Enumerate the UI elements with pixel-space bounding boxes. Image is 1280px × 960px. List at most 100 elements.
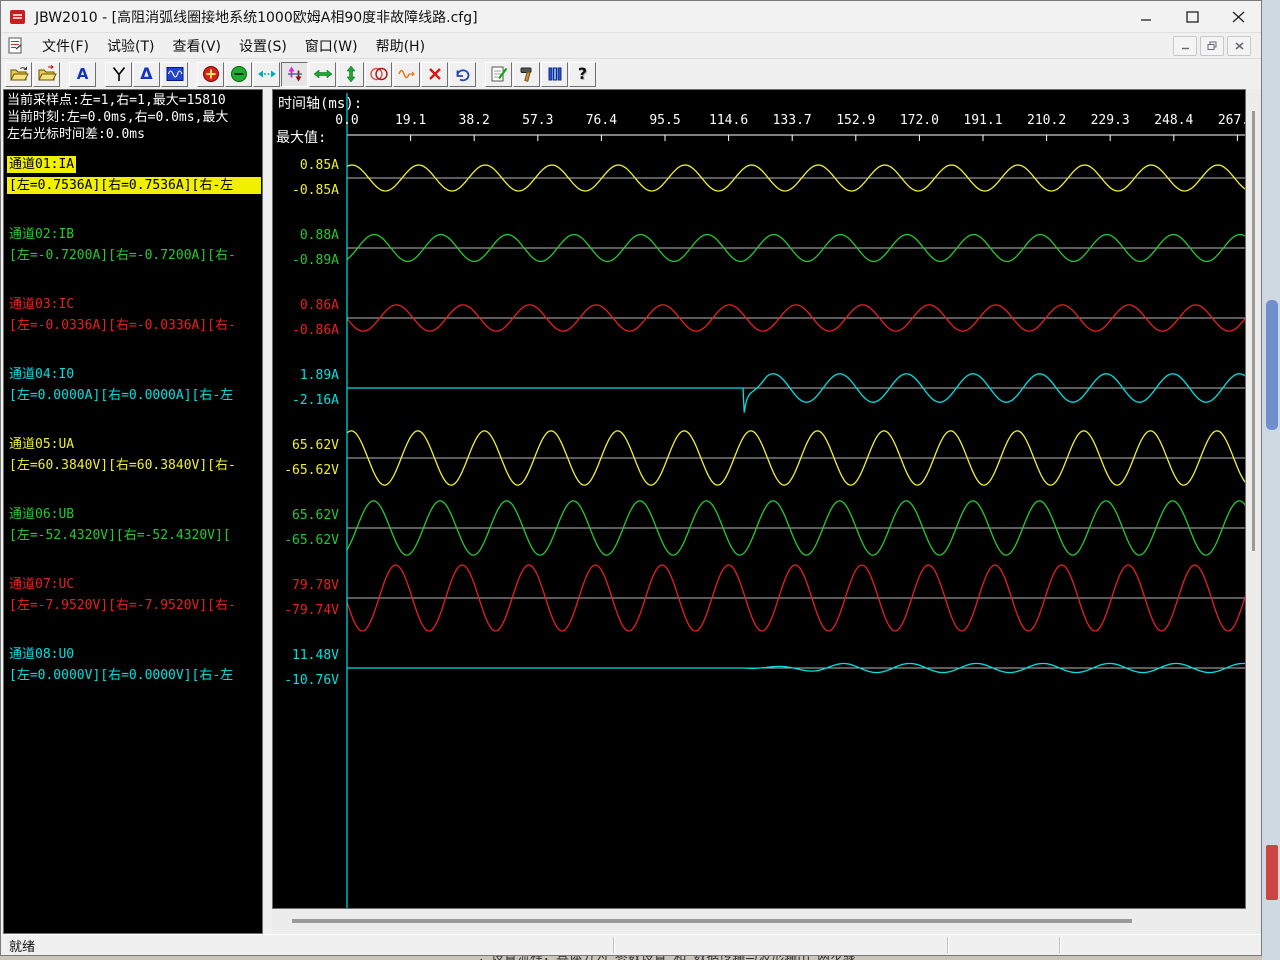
waveform-canvas[interactable]	[273, 90, 1246, 908]
channel-row-u0[interactable]: 通道08:U0[左=0.0000V][右=0.0000V][右-左	[7, 646, 261, 684]
channel-row-ic[interactable]: 通道03:IC[左=-0.0336A][右=-0.0336A][右-	[7, 296, 261, 334]
horizontal-scrollbar[interactable]	[272, 909, 1261, 934]
minimize-icon	[1140, 12, 1152, 22]
wye-icon	[109, 65, 129, 83]
panel-splitter[interactable]	[263, 89, 272, 934]
close-icon	[1232, 11, 1245, 23]
maximize-button[interactable]	[1169, 1, 1215, 32]
channel-label[interactable]: 通道02:IB	[7, 226, 76, 243]
overlay-waves-icon	[369, 65, 389, 83]
channel-min-label-u0: -10.76V	[273, 673, 339, 688]
cursor-info: 当前采样点:左=1,右=1,最大=15810当前时刻:左=0.0ms,右=0.0…	[4, 92, 260, 143]
channel-label[interactable]: 通道08:U0	[7, 646, 76, 663]
background-window-strip: ：设置流程，具体分为“参数设置”和“数据传输与波形输出”两步骤	[0, 956, 1262, 960]
channel-max-label-ub: 65.62V	[273, 508, 339, 523]
report-edit-button[interactable]	[485, 62, 512, 87]
channel-min-label-ic: -0.86A	[273, 323, 339, 338]
menu-window[interactable]: 窗口(W)	[296, 34, 367, 58]
menu-settings[interactable]: 设置(S)	[230, 34, 296, 58]
channel-max-label-i0: 1.89A	[273, 368, 339, 383]
tools-button[interactable]	[513, 62, 540, 87]
mdi-minimize-button[interactable]	[1173, 36, 1197, 56]
overlay-waves-button[interactable]	[365, 62, 392, 87]
channel-cursor-values: [左=0.7536A][右=0.7536A][右-左	[7, 177, 261, 194]
channel-cursor-values: [左=-0.7200A][右=-0.7200A][右-	[7, 247, 261, 264]
channel-label[interactable]: 通道04:I0	[7, 366, 76, 383]
compress-time-button[interactable]	[253, 62, 280, 87]
menu-help[interactable]: 帮助(H)	[367, 34, 434, 58]
data-list-button[interactable]	[541, 62, 568, 87]
channel-info-panel: 当前采样点:左=1,右=1,最大=15810当前时刻:左=0.0ms,右=0.0…	[3, 89, 263, 934]
channel-row-ub[interactable]: 通道06:UB[左=-52.4320V][右=-52.4320V][	[7, 506, 261, 544]
desktop-edge	[1262, 0, 1280, 960]
app-icon	[9, 9, 27, 25]
channel-row-uc[interactable]: 通道07:UC [左=-7.9520V][右=-7.9520V][右-	[7, 576, 261, 614]
circle-minus-icon	[229, 65, 249, 83]
max-value-label: 最大值:	[276, 127, 326, 147]
mdi-close-icon	[1235, 42, 1244, 50]
app-window: JBW2010 - [高阻消弧线圈接地系统1000欧姆A相90度非故障线路.cf…	[0, 0, 1262, 956]
delta-connection-button[interactable]: Δ	[133, 62, 160, 87]
mdi-minimize-icon	[1181, 42, 1190, 50]
menu-file[interactable]: 文件(F)	[33, 34, 98, 58]
close-button[interactable]	[1215, 1, 1261, 32]
time-tick-label: 57.3	[508, 113, 568, 128]
channel-row-ib[interactable]: 通道02:IB [左=-0.7200A][右=-0.7200A][右-	[7, 226, 261, 264]
channel-label[interactable]: 通道07:UC	[7, 576, 76, 593]
zoom-in-button[interactable]	[197, 62, 224, 87]
expand-vertical-icon	[341, 65, 361, 83]
channel-max-label-uc: 79.78V	[273, 578, 339, 593]
mdi-close-button[interactable]	[1227, 36, 1251, 56]
channel-cursor-values: [左=60.3840V][右=60.3840V][右-	[7, 457, 261, 474]
expand-vertical-button[interactable]	[337, 62, 364, 87]
waveform-view-button[interactable]	[161, 62, 188, 87]
channel-row-ia[interactable]: 通道01:IA [左=0.7536A][右=0.7536A][右-左	[7, 156, 261, 194]
vertical-scrollbar[interactable]	[1246, 89, 1261, 909]
vertical-scrollbar-thumb[interactable]	[1252, 111, 1255, 551]
phasor-analysis-button[interactable]: A	[69, 62, 96, 87]
bar-list-icon	[545, 65, 565, 83]
channel-label[interactable]: 通道05:UA	[7, 436, 76, 453]
channel-min-label-i0: -2.16A	[273, 393, 339, 408]
horizontal-scrollbar-thumb[interactable]	[292, 919, 1132, 923]
mdi-restore-icon	[1207, 41, 1217, 50]
channel-cursor-values: [左=-7.9520V][右=-7.9520V][右-	[7, 597, 261, 614]
time-tick-label: 76.4	[571, 113, 631, 128]
channel-max-label-ic: 0.86A	[273, 298, 339, 313]
expand-horizontal-button[interactable]	[309, 62, 336, 87]
help-button[interactable]: ?	[569, 62, 596, 87]
maximize-icon	[1186, 11, 1199, 23]
menu-test[interactable]: 试验(T)	[98, 34, 163, 58]
time-tick-label: 191.1	[953, 113, 1013, 128]
plot-area: 时间轴(ms): 最大值: 0.019.138.257.376.495.5114…	[272, 89, 1246, 909]
status-separator	[613, 937, 615, 953]
window-controls	[1123, 1, 1261, 32]
delete-button[interactable]	[421, 62, 448, 87]
cursor-tool-button[interactable]	[281, 62, 308, 87]
channel-row-i0[interactable]: 通道04:I0 [左=0.0000A][右=0.0000A][右-左	[7, 366, 261, 404]
status-separator	[947, 937, 949, 953]
channel-min-label-ib: -0.89A	[273, 253, 339, 268]
undo-button[interactable]	[449, 62, 476, 87]
channel-row-ua[interactable]: 通道05:UA [左=60.3840V][右=60.3840V][右-	[7, 436, 261, 474]
time-tick-label: 19.1	[381, 113, 441, 128]
folder-open-icon	[9, 65, 29, 83]
compress-time-icon	[257, 65, 277, 83]
folder-import-icon	[37, 65, 57, 83]
open-file-button[interactable]	[5, 62, 32, 87]
channel-cursor-values: [左=0.0000A][右=0.0000A][右-左	[7, 387, 261, 404]
menu-view[interactable]: 查看(V)	[163, 34, 230, 58]
minimize-button[interactable]	[1123, 1, 1169, 32]
mdi-window-controls	[1173, 36, 1251, 56]
zoom-out-button[interactable]	[225, 62, 252, 87]
status-separator	[1059, 937, 1061, 953]
import-file-button[interactable]	[33, 62, 60, 87]
mdi-restore-button[interactable]	[1200, 36, 1224, 56]
single-wave-button[interactable]	[393, 62, 420, 87]
channel-label[interactable]: 通道06:UB	[7, 506, 76, 523]
sine-wave-icon	[397, 65, 417, 83]
wye-connection-button[interactable]	[105, 62, 132, 87]
screen: JBW2010 - [高阻消弧线圈接地系统1000欧姆A相90度非故障线路.cf…	[0, 0, 1280, 960]
channel-label[interactable]: 通道01:IA	[7, 156, 76, 173]
channel-label[interactable]: 通道03:IC	[7, 296, 76, 313]
